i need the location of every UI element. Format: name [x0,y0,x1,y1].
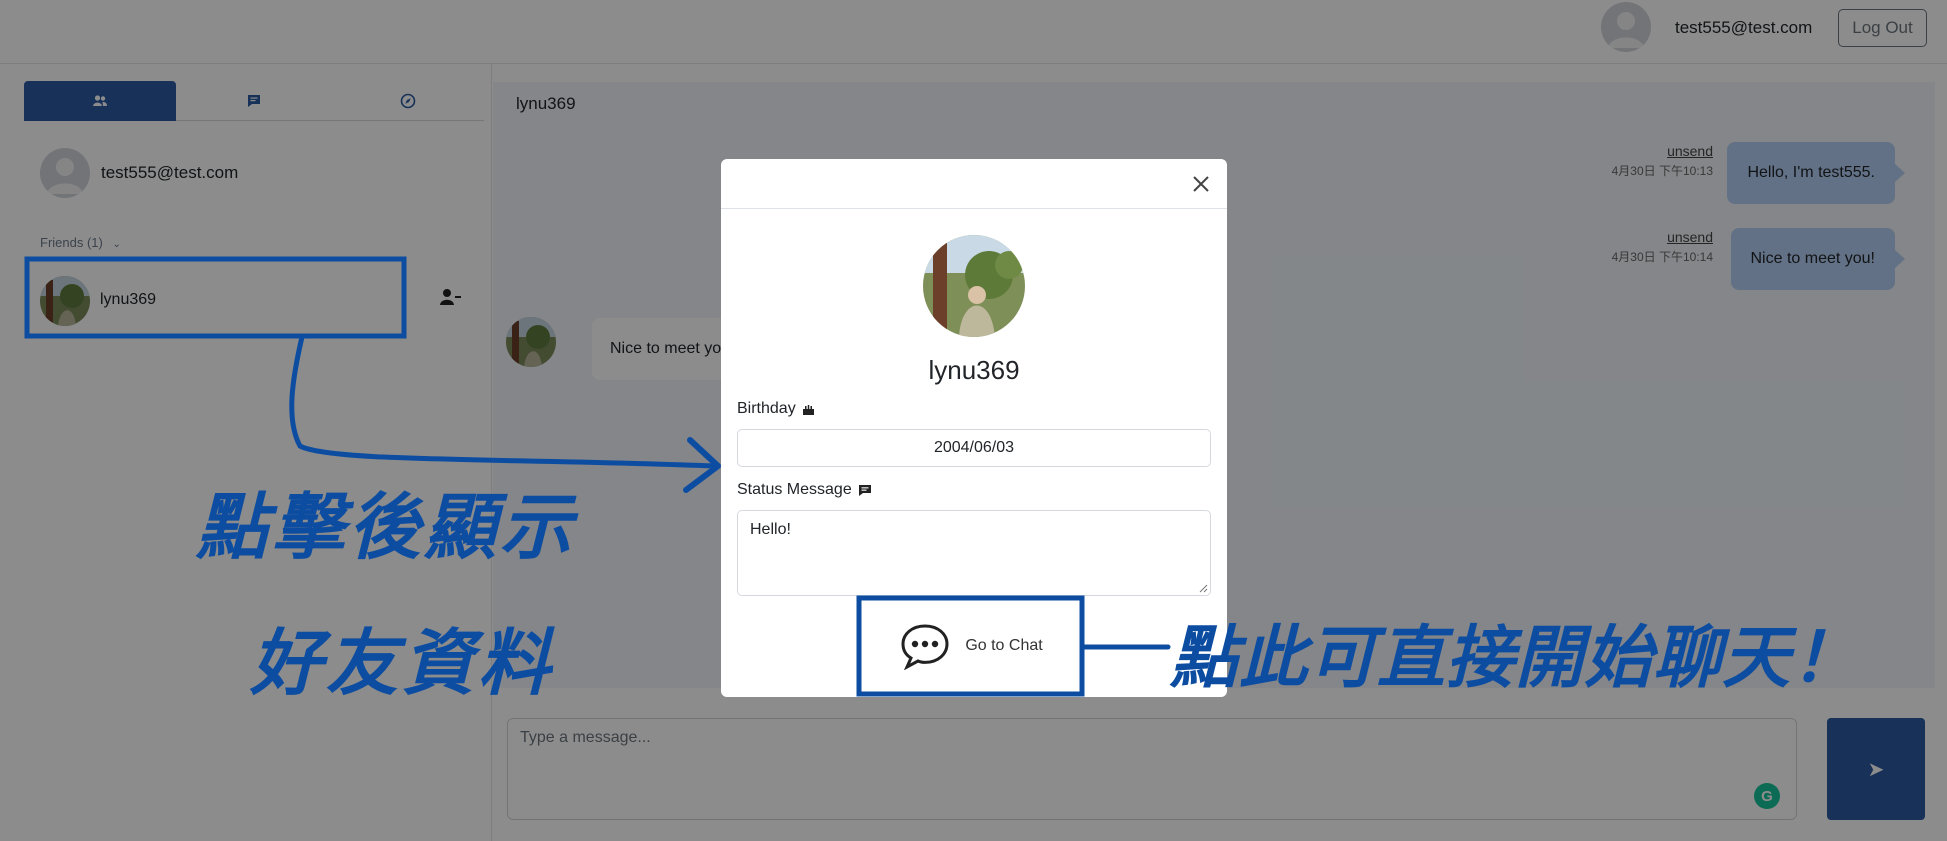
annotation-text-left-1: 點擊後顯示 [196,485,577,569]
birthday-label-text: Birthday [737,400,796,417]
birthday-field: 2004/06/03 [737,429,1211,467]
status-message-label: Status Message [737,481,872,499]
annotation-text-right: 點此可直接開始聊天！ [1170,619,1861,698]
profile-name: lynu369 [928,355,1020,385]
status-label-text: Status Message [737,481,852,498]
message-icon [858,484,871,496]
photo-avatar-icon [923,235,1025,337]
close-button[interactable] [1188,171,1214,197]
modal-header [721,159,1227,209]
status-message-text: Hello! [750,521,791,538]
birthday-label: Birthday [737,400,815,418]
annotation-text-left-2: 好友資料 [250,621,555,705]
chat-bubble-icon [901,624,949,670]
cake-icon [802,404,814,415]
go-to-chat-label: Go to Chat [965,637,1043,654]
resize-handle-icon[interactable] [1198,583,1208,593]
go-to-chat-button[interactable]: Go to Chat [857,597,1085,695]
close-icon [1193,176,1209,192]
status-message-field[interactable]: Hello! [737,510,1211,596]
profile-avatar [923,235,1025,337]
friend-profile-modal: lynu369 Birthday 2004/06/03 Status Messa… [721,159,1227,697]
